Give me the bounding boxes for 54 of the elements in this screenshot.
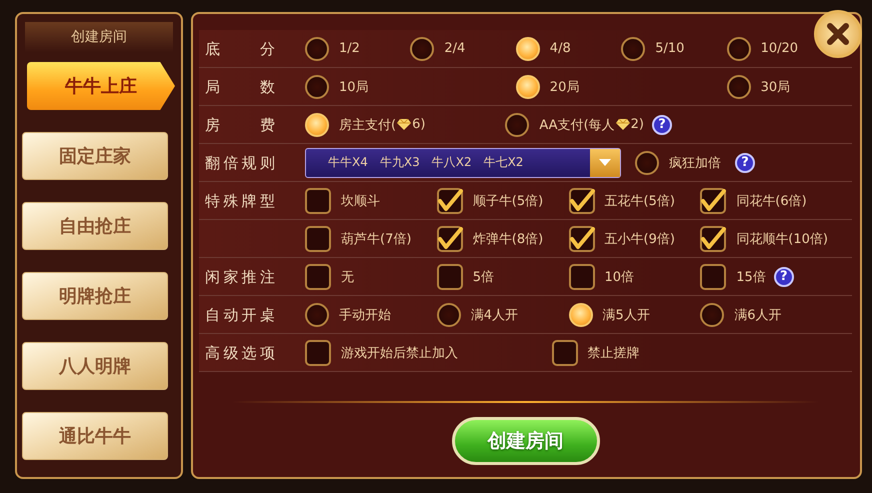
checkbox-option[interactable]: 五小牛(9倍) [568,226,675,252]
radio-option[interactable]: 10/20 [726,36,798,60]
radio-option[interactable]: 4/8 [516,36,571,60]
radio-option[interactable]: 2/4 [410,36,466,60]
mode-tab[interactable]: 八人明牌 [22,342,168,390]
radio-option[interactable]: 疯狂加倍 [635,150,721,174]
checkbox-option[interactable]: 游戏开始后禁止加入 [305,340,458,366]
check-icon [436,188,463,212]
sidebar-title: 创建房间 [25,22,173,52]
row-label: 自动开桌 [205,306,275,324]
radio-option[interactable]: 满5人开 [568,302,650,326]
check-icon [436,226,463,250]
row-label: 房 费 [205,116,275,134]
checkbox-option[interactable]: 五花牛(5倍) [568,188,675,214]
row-label: 特殊牌型 [205,192,275,210]
mode-tab[interactable]: 明牌抢庄 [22,272,168,320]
row-label: 局 数 [205,78,275,96]
checkbox-option[interactable]: 5倍 [436,264,494,290]
row-label: 底 分 [205,40,275,58]
checkbox-option[interactable]: 炸弹牛(8倍) [436,226,544,252]
radio-option[interactable]: 20局 [516,74,580,98]
mode-tab[interactable]: 自由抢庄 [22,202,168,250]
checkbox-option[interactable]: 坎顺斗 [305,188,380,214]
checkbox-option[interactable]: 同花顺牛(10倍) [700,226,828,252]
radio-option[interactable]: 10局 [305,74,369,98]
checkbox-option[interactable]: 顺子牛(5倍) [436,188,544,214]
row-label: 闲家推注 [205,268,275,286]
radio-option[interactable]: 房主支付( 6) [305,112,426,136]
check-icon [568,188,594,212]
mode-tab[interactable]: 牛牛上庄 [27,62,175,110]
check-icon [568,226,594,250]
checkbox-option[interactable]: 禁止搓牌 [552,340,640,366]
radio-option[interactable]: 满4人开 [436,302,518,326]
check-icon [700,226,726,250]
checkbox-option[interactable]: 同花牛(6倍) [700,188,807,214]
radio-option[interactable]: AA支付(每人 2) [505,112,644,136]
mode-tab[interactable]: 通比牛牛 [22,412,168,460]
check-icon [700,188,726,212]
dropdown[interactable]: 牛牛X4 牛九X3 牛八X2 牛七X2 [305,148,621,178]
help-icon[interactable]: ? [774,266,794,286]
help-icon[interactable]: ? [652,114,672,134]
row-label: 高级选项 [205,344,275,362]
radio-option[interactable]: 1/2 [305,36,360,60]
caret-icon [590,148,620,176]
checkbox-option[interactable]: 15倍 [700,264,766,290]
radio-option[interactable]: 30局 [726,74,790,98]
help-icon[interactable]: ? [735,152,755,172]
checkbox-option[interactable]: 10倍 [568,264,634,290]
radio-option[interactable]: 5/10 [621,36,684,60]
checkbox-option[interactable]: 葫芦牛(7倍) [305,226,412,252]
radio-option[interactable]: 满6人开 [700,302,782,326]
radio-option[interactable]: 手动开始 [305,302,391,326]
row-label: 翻倍规则 [205,154,275,172]
mode-tab[interactable]: 固定庄家 [22,132,168,180]
